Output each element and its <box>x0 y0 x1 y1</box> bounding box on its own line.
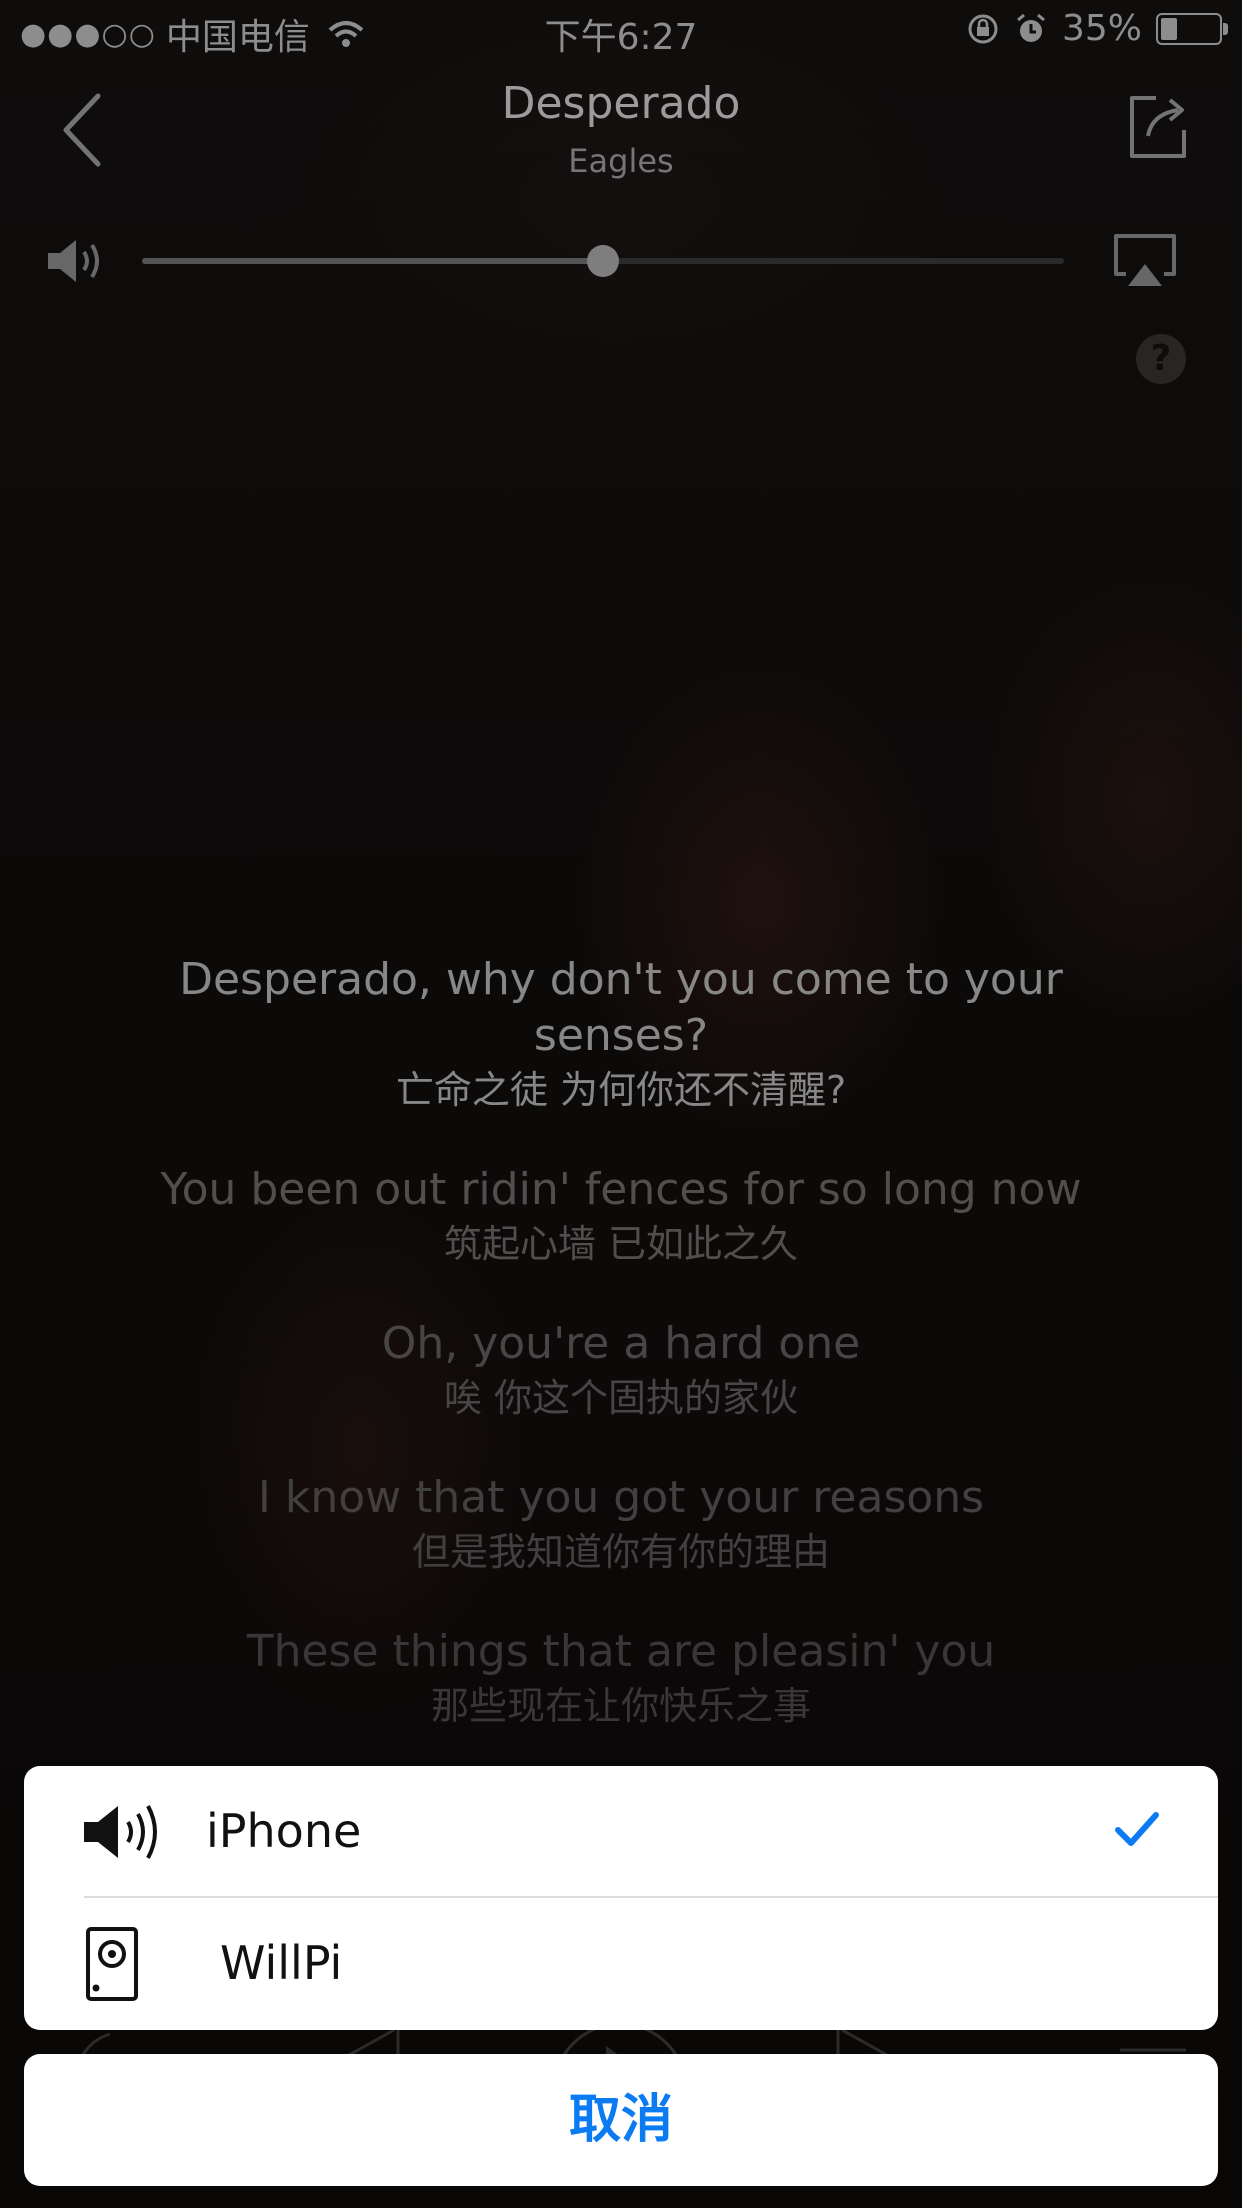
checkmark-icon <box>1115 1812 1159 1846</box>
device-speaker-icon <box>86 1927 138 2001</box>
device-label: iPhone <box>206 1804 362 1858</box>
device-option-willpi[interactable]: WillPi <box>24 1898 1218 2030</box>
speaker-icon <box>84 1805 157 1859</box>
device-label: WillPi <box>220 1936 343 1990</box>
output-device-sheet: iPhone WillPi <box>24 1766 1218 2030</box>
cancel-button[interactable]: 取消 <box>24 2054 1218 2186</box>
device-option-iphone[interactable]: iPhone <box>24 1766 1218 1898</box>
